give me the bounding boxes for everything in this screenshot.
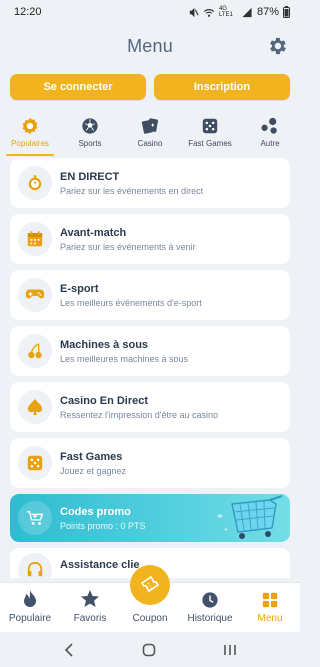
item-title: Assistance clie (60, 559, 140, 571)
nav-coupon[interactable]: Coupon (120, 565, 180, 632)
promo-title: Codes promo (60, 505, 131, 518)
list-item-avant-match[interactable]: Avant-match Pariez sur les événements à … (10, 214, 290, 264)
battery-percent: 87% (256, 6, 279, 18)
clock-icon (202, 592, 218, 608)
mute-icon (189, 7, 199, 17)
tab-label: Sports (78, 139, 102, 148)
grid-icon (262, 592, 278, 608)
star-badge-icon (20, 116, 40, 136)
nav-menu[interactable]: Menu (240, 583, 300, 632)
tab-populaires[interactable]: Populaires (0, 112, 60, 156)
nav-label: Menu (257, 613, 283, 624)
item-subtitle: Les meilleures machines à sous (60, 353, 189, 364)
item-icon-circle (18, 166, 52, 200)
bottom-nav: Populaire Favoris Coupon Historique Menu (0, 565, 300, 632)
item-title: E-sport (60, 282, 99, 295)
category-tabs: Populaires Sports Casino Fast Games Autr… (0, 112, 300, 156)
system-nav-bar (0, 632, 300, 667)
item-title: Casino En Direct (60, 394, 149, 407)
home-icon[interactable] (142, 643, 156, 657)
nav-historique[interactable]: Historique (180, 583, 240, 632)
nav-populaire[interactable]: Populaire (0, 583, 60, 632)
calendar-icon (27, 231, 43, 247)
tab-casino[interactable]: Casino (120, 112, 180, 154)
item-icon-circle (18, 278, 52, 312)
list-item-e-sport[interactable]: E-sport Les meilleurs événements d'e-spo… (10, 270, 290, 320)
promo-codes-banner[interactable]: Codes promo Points promo : 0 PTS (10, 494, 290, 542)
tab-label: Fast Games (188, 139, 232, 148)
headset-icon (27, 561, 43, 577)
list-item-machines-a-sous[interactable]: Machines à sous Les meilleures machines … (10, 326, 290, 376)
dice-icon (27, 455, 43, 471)
tab-fast-games[interactable]: Fast Games (180, 112, 240, 154)
item-icon-circle (18, 446, 52, 480)
soccer-ball-icon (80, 116, 100, 136)
item-subtitle: Pariez sur les événements en direct (60, 185, 204, 196)
nav-label: Coupon (132, 613, 168, 624)
gear-icon[interactable] (266, 35, 288, 57)
item-icon-circle (18, 501, 52, 535)
item-icon-circle (18, 553, 52, 578)
list-item-en-direct[interactable]: EN DIRECT Pariez sur les événements en d… (10, 158, 290, 208)
recent-apps-icon[interactable] (223, 643, 237, 657)
battery-icon (283, 6, 290, 18)
network-label: 4G LTE1 (218, 6, 233, 18)
tab-sports[interactable]: Sports (60, 112, 120, 154)
page-title: Menu (127, 35, 173, 56)
item-subtitle: Ressentez l'impression d'être au casino (60, 409, 219, 420)
nav-label: Populaire (8, 613, 52, 624)
flame-icon (24, 590, 36, 607)
coupon-button[interactable] (130, 565, 170, 605)
tab-label: Autre (260, 139, 280, 148)
item-icon-circle (18, 390, 52, 424)
item-icon-circle (18, 334, 52, 368)
tab-label: Populaires (11, 139, 49, 148)
menu-list: EN DIRECT Pariez sur les événements en d… (0, 154, 300, 578)
nav-label: Favoris (73, 613, 107, 624)
star-icon (81, 590, 99, 607)
list-item-casino-en-direct[interactable]: Casino En Direct Ressentez l'impression … (10, 382, 290, 432)
dice-icon (200, 116, 220, 136)
playing-cards-icon (140, 116, 160, 136)
register-button[interactable]: Inscription (154, 74, 290, 100)
item-subtitle: Les meilleurs événements d'e-sport (60, 297, 202, 308)
item-icon-circle (18, 222, 52, 256)
signal-icon (242, 7, 252, 17)
nav-label: Historique (187, 613, 233, 624)
item-subtitle: Jouez et gagnez (60, 465, 127, 476)
item-subtitle: Pariez sur les événements à venir (60, 241, 196, 252)
shopping-basket-illustration (217, 495, 283, 539)
auth-row: Se connecter Inscription (0, 68, 300, 100)
stopwatch-icon (28, 175, 42, 191)
tab-label: Casino (137, 139, 163, 148)
header: Menu (0, 24, 300, 68)
item-title: Avant-match (60, 226, 127, 239)
spade-icon (27, 399, 43, 415)
login-button[interactable]: Se connecter (10, 74, 146, 100)
status-icons: 4G LTE1 87% (188, 6, 290, 18)
cherries-icon (28, 343, 42, 359)
dots-icon (260, 116, 280, 136)
cart-icon (26, 510, 44, 525)
gamepad-icon (25, 289, 45, 299)
item-title: Fast Games (60, 450, 123, 463)
item-title: Machines à sous (60, 338, 149, 351)
status-bar: 12:20 4G LTE1 87% (0, 0, 300, 24)
status-time: 12:20 (14, 6, 42, 18)
back-icon[interactable] (63, 642, 75, 657)
nav-favoris[interactable]: Favoris (60, 583, 120, 632)
wifi-icon (203, 8, 214, 17)
list-item-fast-games[interactable]: Fast Games Jouez et gagnez (10, 438, 290, 488)
item-title: EN DIRECT (60, 170, 120, 183)
tab-autre[interactable]: Autre (240, 112, 300, 154)
promo-subtitle: Points promo : 0 PTS (60, 520, 146, 531)
ticket-icon (140, 575, 160, 593)
